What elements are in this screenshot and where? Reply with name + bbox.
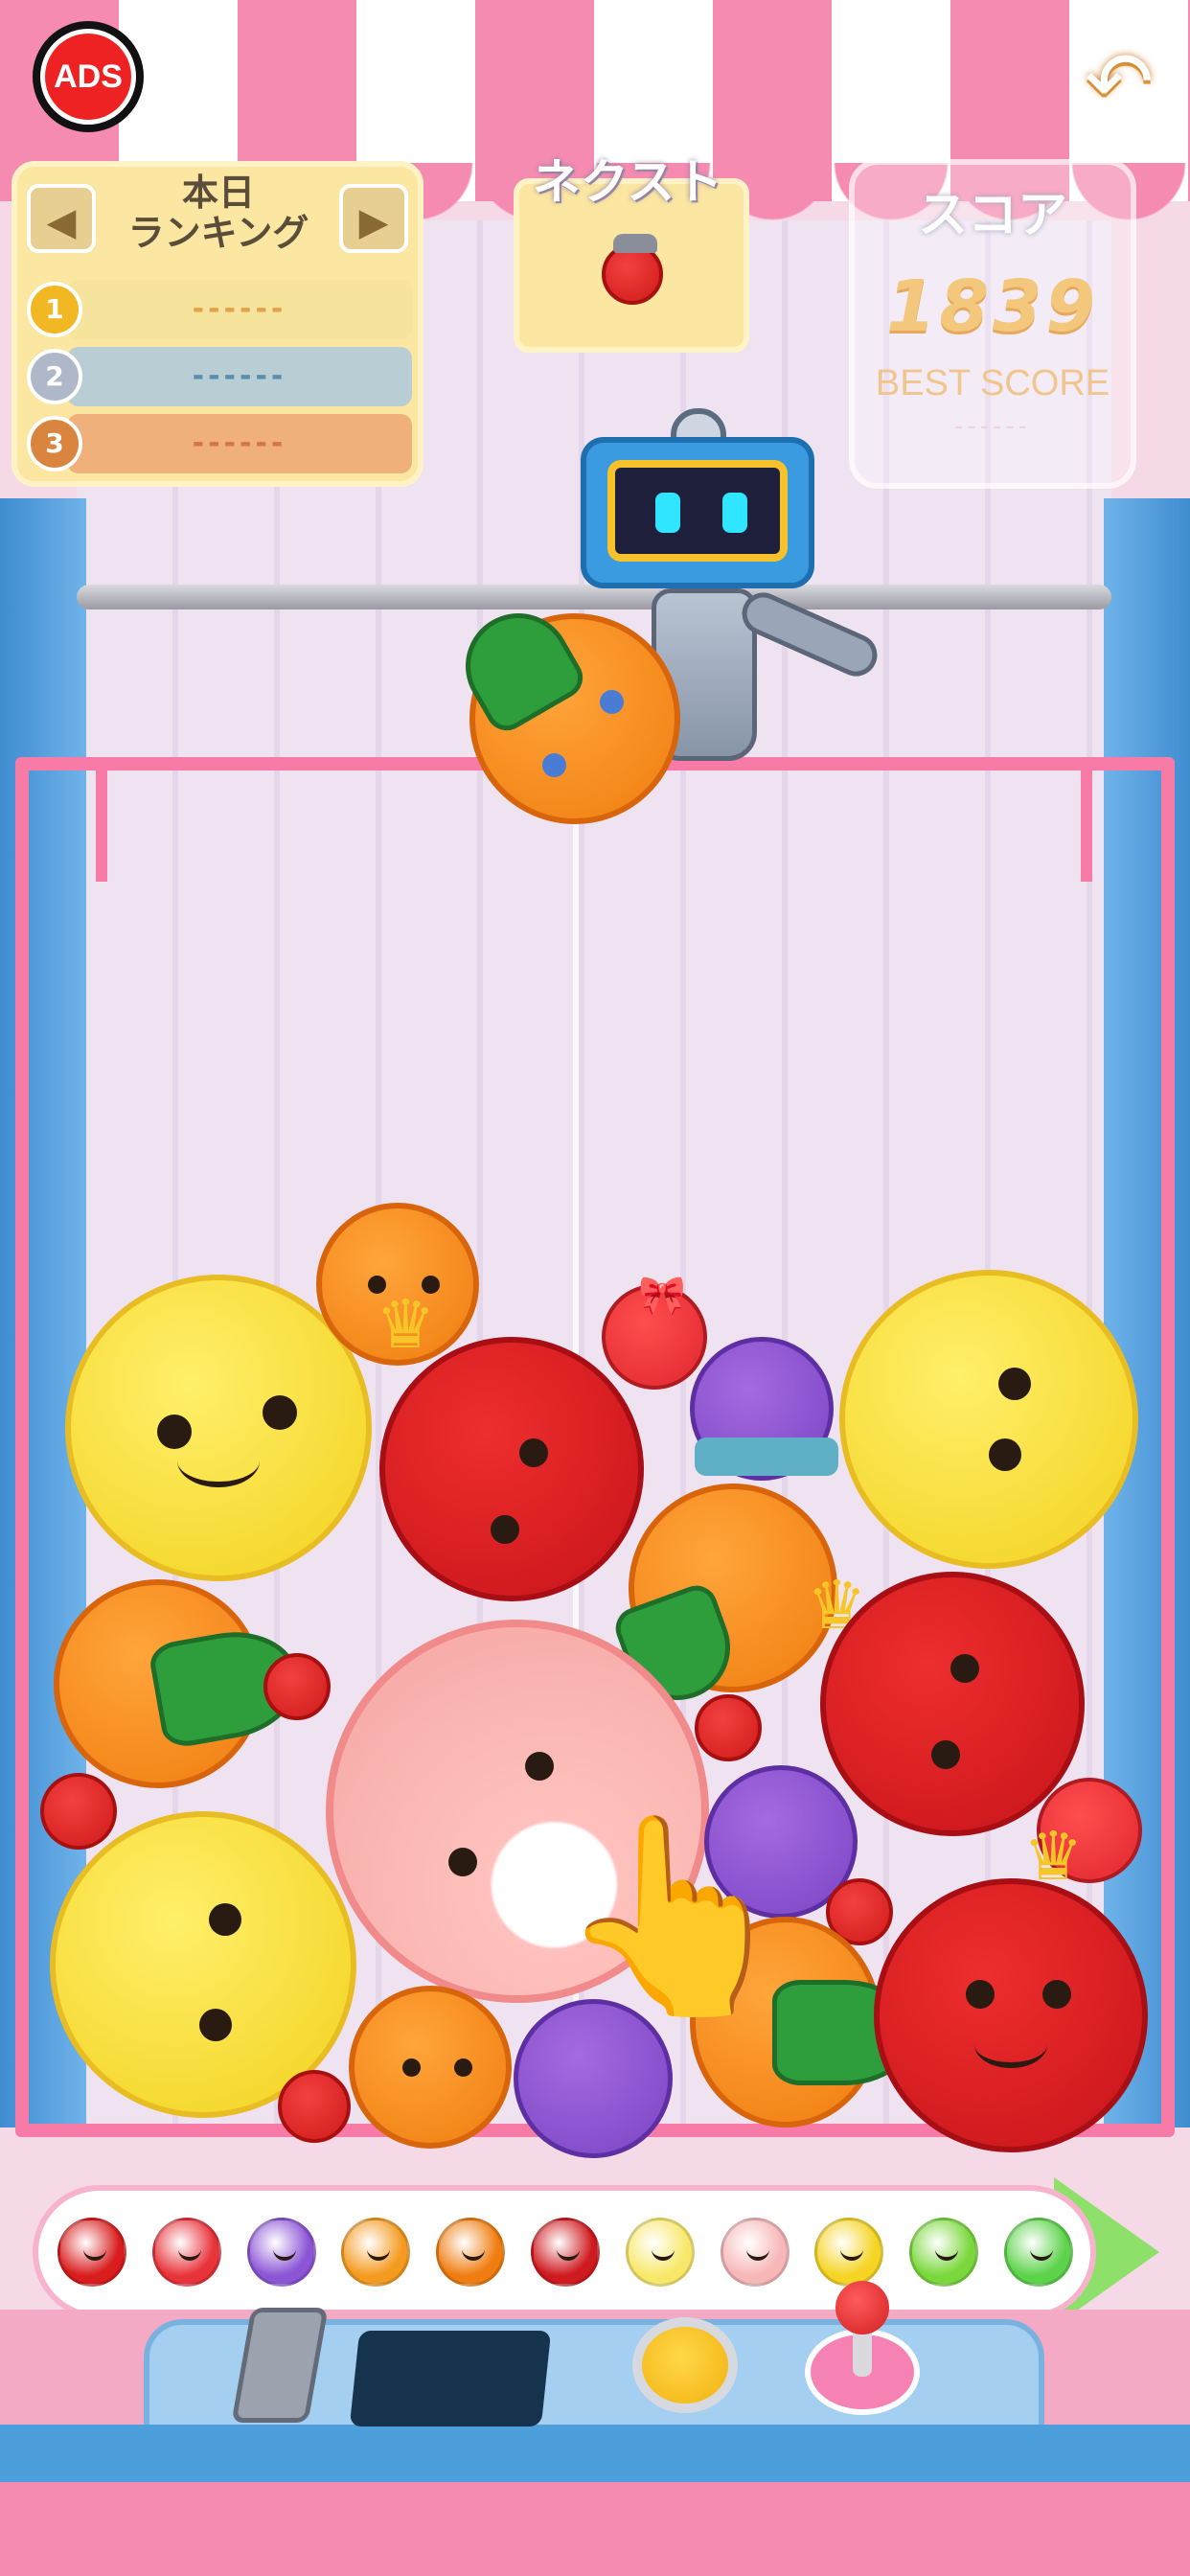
evo-face [177, 2247, 201, 2261]
evo-face [935, 2247, 959, 2261]
ranking-row-1: 1 ------ [27, 280, 412, 339]
robot-eye-right [722, 493, 747, 533]
silver-medal-icon: 2 [27, 349, 82, 404]
ranking-title-line2: ランキング [127, 212, 309, 254]
fruit-eye [209, 1903, 241, 1936]
evo-watermelon-icon [1003, 2218, 1073, 2287]
apple-fruit: ♛ [874, 1817, 1148, 2152]
fruit-eye [402, 2058, 421, 2077]
fruit-eye [454, 2058, 472, 2077]
evo-apple-icon [530, 2218, 600, 2287]
evo-peach-icon [720, 2218, 790, 2287]
evo-face [745, 2247, 769, 2261]
gold-medal-icon: 1 [27, 282, 82, 337]
fruit-eye [491, 1515, 519, 1544]
persimmon-fruit [54, 1579, 308, 1788]
strawberry-fruit: 🎀 [602, 1274, 707, 1390]
ranking-row-3: 3 ------ [27, 414, 412, 473]
grape-fruit [690, 1337, 838, 1481]
hat-icon [613, 234, 657, 253]
fruit-eye [519, 1438, 548, 1467]
cherry-fruit [695, 1694, 762, 1761]
fruit-eye [989, 1438, 1021, 1471]
evo-melon-icon [909, 2218, 979, 2287]
dekopon-fruit [349, 1986, 512, 2149]
cherry-fruit [278, 2070, 351, 2143]
best-score-label: BEST SCORE [875, 363, 1110, 403]
fruit-eye [525, 1752, 554, 1781]
held-persimmon-fruit[interactable] [446, 593, 680, 824]
evo-pineapple-icon [814, 2218, 884, 2287]
evo-persimmon-icon [436, 2218, 506, 2287]
score-panel: スコア 1839 BEST SCORE ------ [849, 159, 1136, 489]
fruit-eye [1042, 1980, 1071, 2009]
ranking-name-3: ------ [192, 426, 287, 460]
daily-ranking-panel: ◀ 本日 ランキング ▶ 1 ------ 2 ------ 3 ------ [11, 161, 423, 487]
joystick-knob[interactable] [835, 2281, 889, 2334]
evo-dekopon-icon [341, 2218, 411, 2287]
fruit-eye [199, 2009, 232, 2041]
evo-strawberry-icon [151, 2218, 221, 2287]
fruit-eye [998, 1368, 1031, 1400]
crown-icon: ♛ [376, 1285, 436, 1364]
machine-base [0, 2482, 1190, 2576]
bronze-medal-icon: 3 [27, 416, 82, 472]
prize-window [349, 2331, 552, 2426]
machine-front-stripe [0, 2425, 1190, 2482]
ranking-row-2: 2 ------ [27, 347, 412, 406]
ads-label: ADS [45, 34, 131, 120]
evo-face [840, 2247, 864, 2261]
evo-grape-icon [246, 2218, 316, 2287]
evo-face [651, 2247, 675, 2261]
ranking-name-2: ------ [192, 359, 287, 393]
undo-arrow-icon[interactable]: ↶ [1071, 34, 1167, 130]
fruit-eye [263, 1395, 297, 1430]
robot-eye-left [655, 493, 680, 533]
fruit-mouth [973, 2020, 1048, 2068]
apple-fruit: ♛ [376, 1285, 644, 1601]
pear-fruit [839, 1270, 1138, 1569]
best-score-value: ------ [953, 412, 1032, 441]
next-label: ネクスト [532, 154, 723, 210]
tutorial-hand-icon: 👆 [556, 1805, 795, 2028]
evo-face [462, 2247, 486, 2261]
ranking-name-1: ------ [192, 292, 287, 326]
fruit-eye [950, 1654, 979, 1683]
evo-pear-icon [625, 2218, 695, 2287]
remove-ads-button[interactable]: ADS [33, 21, 144, 132]
chevron-right-icon[interactable]: ▶ [339, 184, 408, 253]
bow-tie-icon [695, 1438, 838, 1476]
fruit-eye [931, 1740, 960, 1769]
evo-face [83, 2247, 106, 2261]
robot-face-screen [607, 460, 788, 562]
crown-icon: ♛ [1023, 1817, 1084, 1896]
cherry-fruit [263, 1653, 331, 1720]
claw-rail [77, 585, 1111, 610]
fruit-eye [542, 753, 566, 777]
apple-fruit [820, 1572, 1085, 1836]
evo-face [367, 2247, 391, 2261]
fruit-mouth [176, 1434, 261, 1487]
fruit-eye [600, 690, 624, 714]
evolution-bar [33, 2185, 1096, 2319]
fruit-eye [966, 1980, 995, 2009]
drop-button[interactable] [632, 2317, 738, 2413]
evo-face [1029, 2247, 1053, 2261]
chevron-left-icon[interactable]: ◀ [27, 184, 96, 253]
persimmon-fruit: ♛ [609, 1484, 867, 1715]
evo-face [556, 2247, 580, 2261]
evo-face [272, 2247, 296, 2261]
ranking-title-line1: 本日 [181, 172, 255, 214]
evo-cherry-icon [57, 2218, 126, 2287]
cherry-fruit [40, 1773, 117, 1850]
next-cherry-fruit [602, 234, 663, 305]
score-value: 1839 [886, 265, 1099, 348]
robot-head [581, 437, 814, 588]
score-label: スコア [917, 187, 1067, 244]
fruit-eye [448, 1848, 477, 1876]
bow-icon: 🎀 [638, 1274, 686, 1318]
ranking-title: 本日 ランキング [94, 172, 343, 253]
